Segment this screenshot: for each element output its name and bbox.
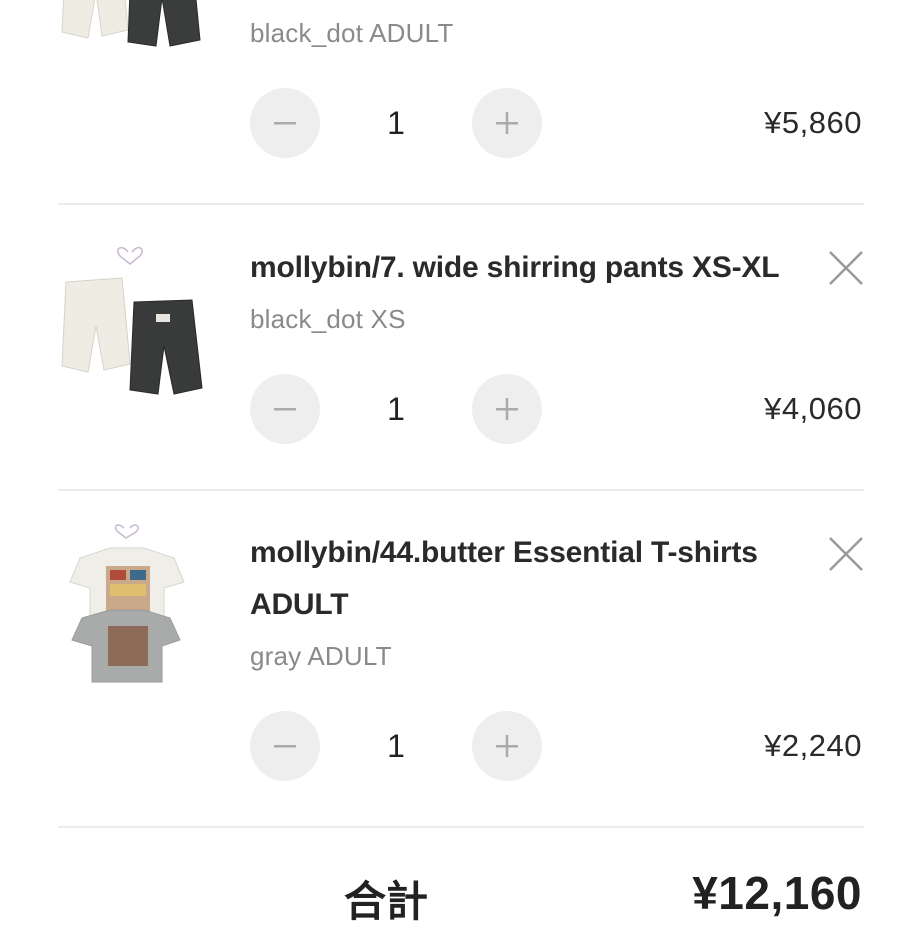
item-title[interactable]: mollybin/44.butter Essential T-shirts AD… [250,527,810,631]
total-value: ¥12,160 [692,867,862,919]
divider [58,489,864,491]
increase-quantity-button[interactable] [472,88,542,158]
item-title-line: mollybin/44.butter Essential T-shirts [250,536,758,569]
item-price: ¥5,860 [764,105,862,140]
product-image[interactable] [58,238,218,408]
item-title[interactable]: mollybin/7. wide shirring pants XS-XL [250,242,810,294]
product-image[interactable] [58,518,218,688]
minus-icon [274,122,296,125]
plus-icon [496,735,518,757]
item-variant: black_dot ADULT [250,18,454,48]
decrease-quantity-button[interactable] [250,88,320,158]
decrease-quantity-button[interactable] [250,711,320,781]
remove-item-button[interactable] [826,248,866,288]
close-icon [829,537,863,571]
increase-quantity-button[interactable] [472,374,542,444]
item-variant: gray ADULT [250,641,392,671]
quantity-value: 1 [387,728,405,764]
minus-icon [274,408,296,411]
item-price: ¥2,240 [764,728,862,763]
pants-thumbnail-icon [61,246,203,395]
tshirt-thumbnail-icon [69,524,185,683]
close-icon [829,251,863,285]
decrease-quantity-button[interactable] [250,374,320,444]
pants-thumbnail-icon [61,0,201,47]
remove-item-button[interactable] [826,534,866,574]
minus-icon [274,745,296,748]
quantity-value: 1 [387,391,405,427]
plus-icon [496,398,518,420]
product-image[interactable] [58,0,218,50]
item-title-line: ADULT [250,588,349,621]
item-price: ¥4,060 [764,391,862,426]
quantity-value: 1 [387,105,405,141]
increase-quantity-button[interactable] [472,711,542,781]
divider [58,826,864,828]
item-variant: black_dot XS [250,304,406,334]
divider [58,203,864,205]
plus-icon [496,112,518,134]
